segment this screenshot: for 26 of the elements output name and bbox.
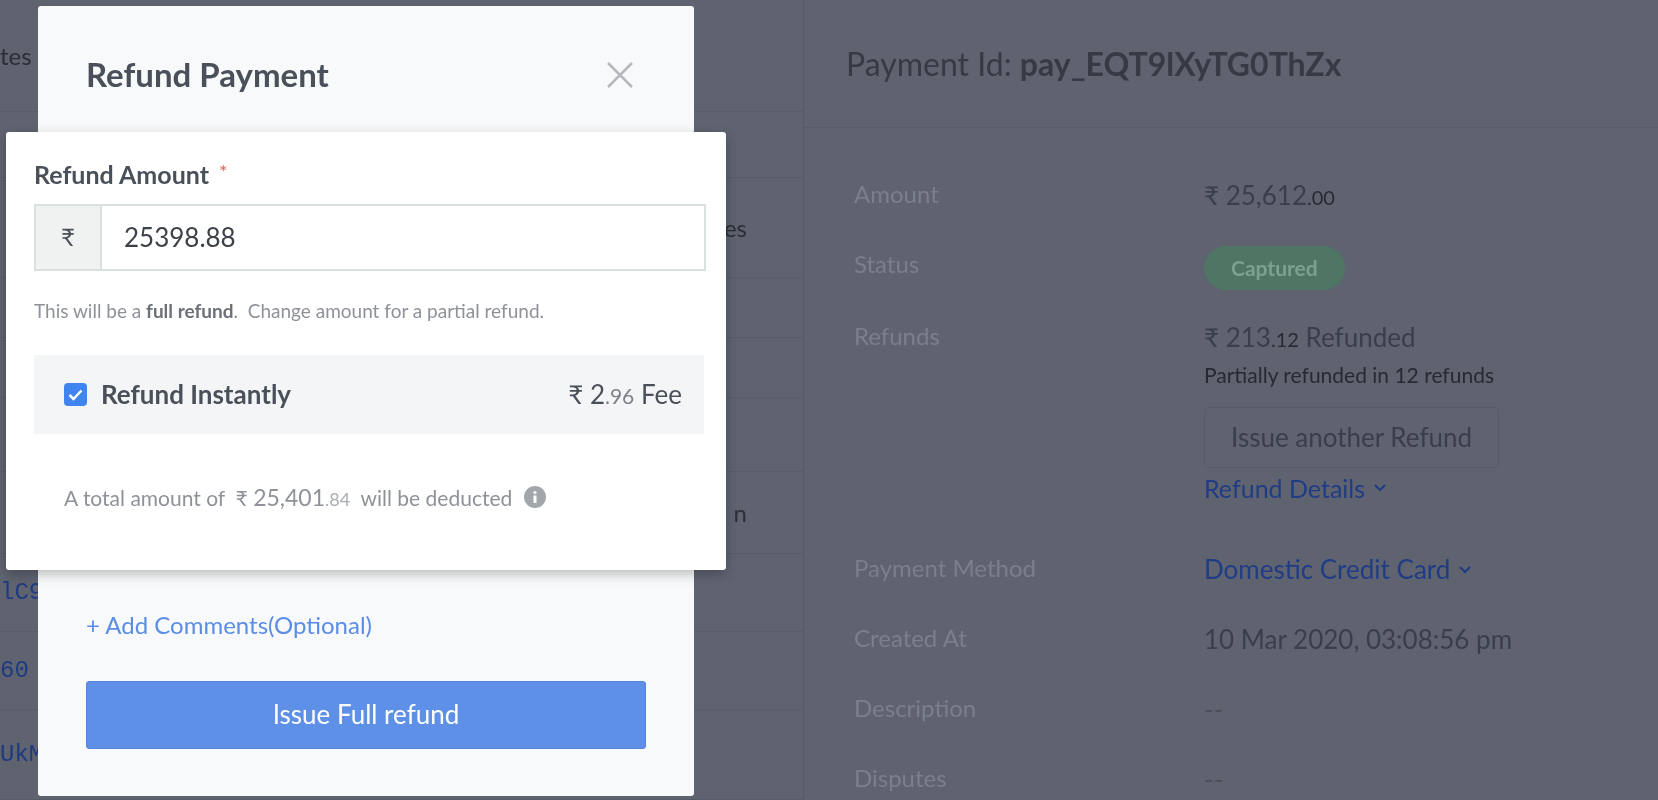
issue-full-refund-button[interactable]: Issue Full refund bbox=[86, 680, 646, 749]
checkmark-icon bbox=[68, 388, 83, 401]
chevron-down-icon bbox=[1373, 483, 1388, 494]
currency-prefix: ₹ bbox=[36, 205, 102, 269]
required-mark: * bbox=[218, 158, 228, 185]
amount-input[interactable]: ₹ 25398.88 bbox=[34, 203, 706, 271]
dialog-title: Refund Payment bbox=[86, 53, 329, 96]
instant-refund-label: Refund Instantly bbox=[101, 377, 292, 412]
total-deduction-text: A total amount of ₹ 25,401.84 will be deducted bbox=[64, 482, 513, 513]
table-cell-text: 60 bbox=[0, 655, 29, 686]
chevron-down-icon bbox=[1458, 564, 1473, 575]
add-comments-link[interactable]: + Add Comments(Optional) bbox=[86, 606, 372, 643]
amount-value-input[interactable]: 25398.88 bbox=[102, 205, 704, 269]
info-icon[interactable] bbox=[524, 486, 547, 509]
payment-method-link[interactable]: Domestic Credit Card bbox=[1204, 550, 1473, 589]
table-cell-text: n bbox=[733, 496, 747, 529]
close-icon[interactable] bbox=[606, 60, 634, 89]
disputes-value: -- bbox=[1204, 762, 1224, 797]
field-label: Refund Amount bbox=[34, 158, 209, 191]
refund-hint: This will be a full refund. Change amount for a partial refund. bbox=[34, 297, 546, 324]
description-value: -- bbox=[1204, 692, 1224, 727]
refund-details-link[interactable]: Refund Details bbox=[1204, 469, 1388, 507]
checkbox[interactable] bbox=[64, 383, 87, 406]
refund-note: Partially refunded in 12 refunds bbox=[1204, 361, 1495, 389]
instant-fee: ₹ 2.96 Fee bbox=[568, 377, 682, 412]
table-cell-text: tes bbox=[0, 39, 32, 72]
